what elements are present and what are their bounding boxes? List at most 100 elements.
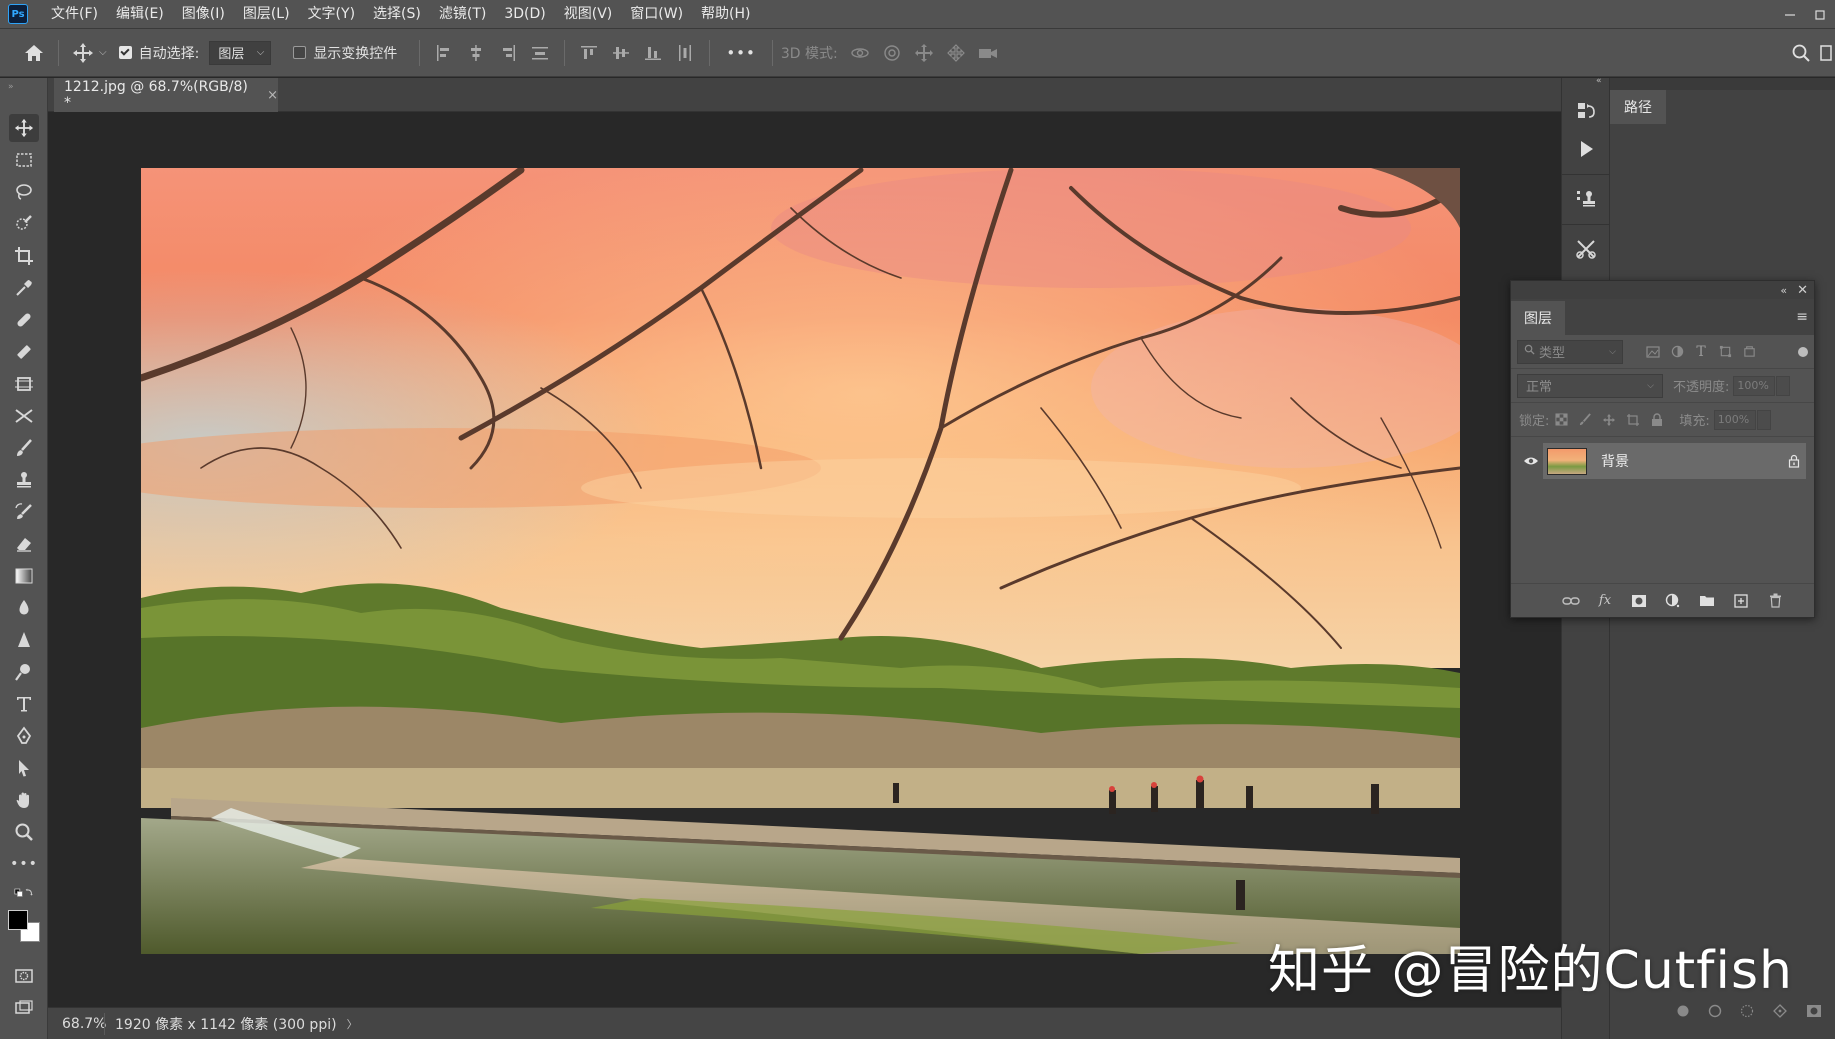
3d-camera-icon[interactable]	[972, 37, 1004, 69]
align-vcenter-icon[interactable]	[605, 37, 637, 69]
adjustment-layer-icon[interactable]	[1662, 590, 1684, 612]
new-layer-icon[interactable]	[1730, 590, 1752, 612]
tool-presets-panel-icon[interactable]	[1569, 232, 1603, 266]
screen-mode-icon[interactable]	[9, 994, 39, 1022]
filter-smart-object-icon[interactable]	[1737, 342, 1761, 362]
menu-layer[interactable]: 图层(L)	[234, 0, 299, 29]
menu-3d[interactable]: 3D(D)	[495, 0, 554, 29]
dodge-tool-icon[interactable]	[9, 658, 39, 686]
blur-tool-icon[interactable]	[9, 594, 39, 622]
history-brush-tool-icon[interactable]	[9, 498, 39, 526]
edit-toolbar-icon[interactable]: •••	[9, 850, 39, 878]
align-left-icon[interactable]	[428, 37, 460, 69]
home-icon[interactable]	[18, 37, 50, 69]
lock-image-pixels-icon[interactable]	[1573, 410, 1597, 430]
close-icon[interactable]: ✕	[1797, 283, 1808, 298]
collapse-icon[interactable]: «	[1596, 76, 1602, 86]
foreground-color-swatch[interactable]	[8, 910, 28, 930]
panel-menu-icon[interactable]: ≡	[1796, 309, 1808, 325]
hand-tool-icon[interactable]	[9, 786, 39, 814]
auto-select-target-select[interactable]: 图层 ⌵	[209, 40, 272, 65]
minimize-icon[interactable]	[1775, 0, 1805, 29]
layer-filter-select[interactable]: 类型 ⌵	[1517, 339, 1623, 364]
add-mask-icon[interactable]	[1806, 1004, 1822, 1022]
pen-tool-icon[interactable]	[9, 722, 39, 750]
gradient-tool-icon[interactable]	[9, 562, 39, 590]
clone-source-panel-icon[interactable]	[1569, 182, 1603, 216]
menu-file[interactable]: 文件(F)	[42, 0, 107, 29]
swap-colors-icon[interactable]	[9, 884, 39, 904]
more-options-button[interactable]: •••	[726, 44, 756, 62]
menu-type[interactable]: 文字(Y)	[299, 0, 364, 29]
menu-filter[interactable]: 滤镜(T)	[430, 0, 495, 29]
3d-slide-icon[interactable]	[940, 37, 972, 69]
sharpen-tool-icon[interactable]	[9, 626, 39, 654]
filter-adjustment-icon[interactable]	[1665, 342, 1689, 362]
document-info[interactable]: 1920 像素 x 1142 像素 (300 ppi) 〉	[104, 1012, 358, 1035]
opacity-input[interactable]: 100%	[1733, 375, 1776, 396]
chevron-right-icon[interactable]: 〉	[347, 1016, 358, 1032]
layers-panel-titlebar[interactable]: « ✕	[1511, 281, 1814, 299]
marquee-tool-icon[interactable]	[9, 146, 39, 174]
tab-paths[interactable]: 路径	[1610, 90, 1666, 124]
lock-position-icon[interactable]	[1597, 410, 1621, 430]
layer-style-icon[interactable]: fx	[1594, 590, 1616, 612]
clone-stamp-tool-icon[interactable]	[9, 466, 39, 494]
menu-image[interactable]: 图像(I)	[173, 0, 234, 29]
document-canvas[interactable]	[141, 168, 1460, 954]
link-layers-icon[interactable]	[1560, 590, 1582, 612]
3d-orbit-icon[interactable]	[844, 37, 876, 69]
align-hcenter-icon[interactable]	[460, 37, 492, 69]
stroke-path-icon[interactable]	[1708, 1004, 1722, 1022]
workspace-icon[interactable]	[1817, 37, 1835, 69]
opacity-dropdown[interactable]	[1776, 375, 1791, 396]
lock-transparent-pixels-icon[interactable]	[1549, 410, 1573, 430]
blend-mode-select[interactable]: 正常 ⌵	[1517, 373, 1663, 398]
menu-view[interactable]: 视图(V)	[555, 0, 622, 29]
lock-icon[interactable]	[1782, 454, 1806, 468]
type-tool-icon[interactable]	[9, 690, 39, 718]
quick-selection-tool-icon[interactable]	[9, 210, 39, 238]
layer-name[interactable]: 背景	[1601, 451, 1782, 471]
healing-brush-tool-icon[interactable]	[9, 306, 39, 334]
eyedropper-tool-icon[interactable]	[9, 274, 39, 302]
zoom-tool-icon[interactable]	[9, 818, 39, 846]
menu-edit[interactable]: 编辑(E)	[107, 0, 173, 29]
lasso-tool-icon[interactable]	[9, 178, 39, 206]
zoom-level[interactable]: 68.7%	[48, 1016, 106, 1032]
document-tab[interactable]: 1212.jpg @ 68.7%(RGB/8) * ×	[54, 78, 278, 112]
delete-layer-icon[interactable]	[1764, 590, 1786, 612]
eraser-tool-icon[interactable]	[9, 530, 39, 558]
menu-help[interactable]: 帮助(H)	[692, 0, 759, 29]
auto-select-checkbox[interactable]	[118, 46, 132, 59]
new-group-icon[interactable]	[1696, 590, 1718, 612]
move-tool-preset-icon[interactable]	[67, 37, 99, 69]
show-transform-checkbox[interactable]	[293, 46, 307, 59]
3d-roll-icon[interactable]	[876, 37, 908, 69]
close-icon[interactable]: ×	[267, 88, 278, 103]
color-swatches[interactable]	[6, 908, 42, 944]
show-transform-toggle[interactable]: 显示变换控件	[293, 43, 397, 63]
filter-type-icon[interactable]: T	[1689, 342, 1713, 362]
align-bottom-icon[interactable]	[637, 37, 669, 69]
filter-shape-icon[interactable]	[1713, 342, 1737, 362]
search-icon[interactable]	[1785, 37, 1817, 69]
align-top-icon[interactable]	[573, 37, 605, 69]
make-work-path-icon[interactable]	[1772, 1003, 1788, 1023]
eraser-brush-tool-icon[interactable]	[9, 338, 39, 366]
menu-window[interactable]: 窗口(W)	[621, 0, 692, 29]
filter-toggle-icon[interactable]	[1798, 346, 1808, 357]
brush-tool-icon[interactable]	[9, 434, 39, 462]
restore-icon[interactable]	[1805, 0, 1835, 29]
eye-icon[interactable]	[1519, 456, 1543, 466]
lock-artboard-icon[interactable]	[1621, 410, 1645, 430]
layer-item[interactable]: 背景	[1543, 443, 1806, 479]
actions-panel-icon[interactable]	[1569, 132, 1603, 166]
collapse-icon[interactable]: »	[8, 82, 14, 92]
fill-path-icon[interactable]	[1676, 1004, 1690, 1022]
filter-pixel-icon[interactable]	[1641, 342, 1665, 362]
layer-row-background[interactable]: 背景	[1519, 443, 1806, 479]
fill-dropdown[interactable]	[1756, 409, 1771, 430]
distribute-horizontal-icon[interactable]	[669, 37, 701, 69]
quick-mask-icon[interactable]	[9, 962, 39, 990]
